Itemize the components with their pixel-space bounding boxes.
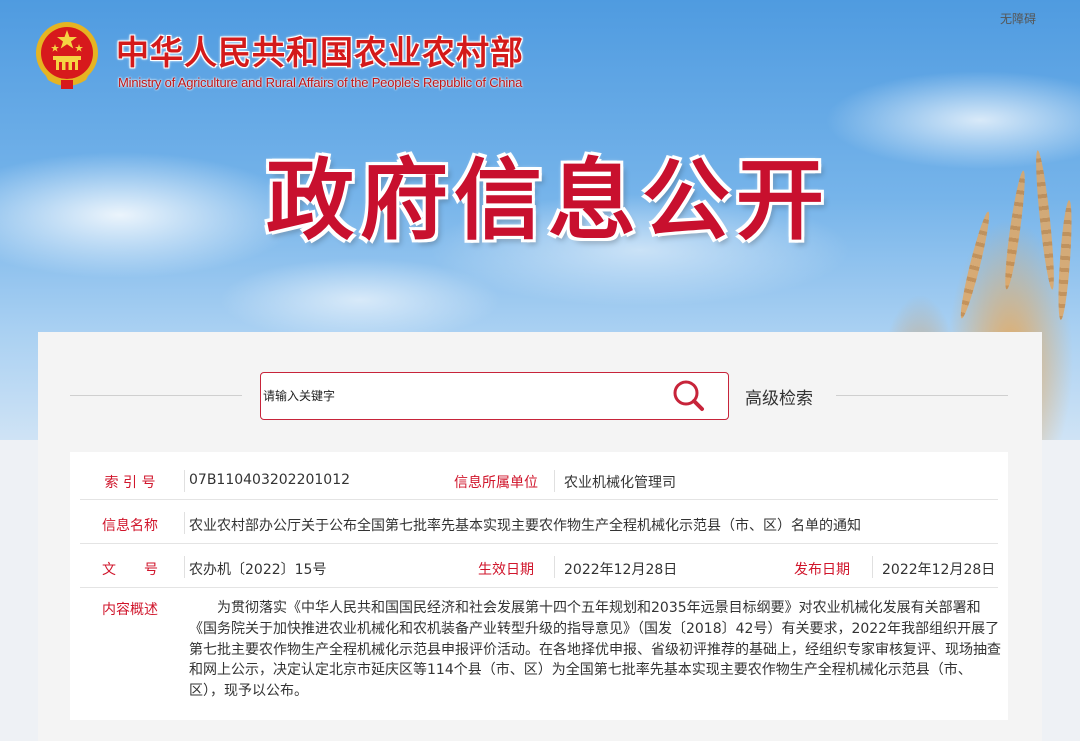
info-table: 索 引 号 07B110403202201012 信息所属单位 农业机械化管理司… — [70, 452, 1008, 720]
unit-label: 信息所属单位 — [454, 475, 538, 491]
divider — [70, 395, 242, 396]
info-row-index: 索 引 号 07B110403202201012 信息所属单位 农业机械化管理司 — [80, 462, 998, 500]
advanced-search-link[interactable]: 高级检索 — [745, 384, 813, 409]
site-subtitle: Ministry of Agriculture and Rural Affair… — [118, 75, 523, 90]
effective-date-value: 2022年12月28日 — [564, 562, 678, 578]
publish-date-label: 发布日期 — [794, 562, 850, 578]
summary-label: 内容概述 — [102, 602, 158, 618]
doc-number-label: 文 号 — [102, 562, 158, 578]
site-title: 中华人民共和国农业农村部 — [116, 33, 524, 72]
index-value: 07B110403202201012 — [189, 472, 351, 488]
search-icon — [673, 380, 704, 411]
search-button[interactable] — [666, 373, 712, 419]
search-bar: 高级检索 — [38, 332, 1042, 452]
info-row-doc: 文 号 农办机〔2022〕15号 生效日期 2022年12月28日 发布日期 2… — [80, 546, 998, 588]
name-label: 信息名称 — [102, 518, 158, 534]
hero-title: 政府信息公开 — [266, 148, 831, 252]
content-panel: 高级检索 索 引 号 07B110403202201012 信息所属单位 农业机… — [38, 332, 1042, 741]
divider — [836, 395, 1008, 396]
effective-date-label: 生效日期 — [478, 562, 534, 578]
summary-text: 为贯彻落实《中华人民共和国国民经济和社会发展第十四个五年规划和2035年远景目标… — [189, 600, 1001, 700]
doc-number-value: 农办机〔2022〕15号 — [189, 562, 327, 578]
publish-date-value: 2022年12月28日 — [882, 562, 996, 578]
search-input[interactable] — [261, 373, 666, 419]
name-value: 农业农村部办公厅关于公布全国第七批率先基本实现主要农作物生产全程机械化示范县（市… — [189, 518, 861, 534]
national-emblem-icon — [36, 22, 98, 89]
info-row-name: 信息名称 农业农村部办公厅关于公布全国第七批率先基本实现主要农作物生产全程机械化… — [80, 502, 998, 544]
search-box — [260, 372, 729, 420]
unit-value: 农业机械化管理司 — [564, 475, 676, 491]
index-label: 索 引 号 — [104, 475, 156, 491]
info-row-summary: 内容概述 为贯彻落实《中华人民共和国国民经济和社会发展第十四个五年规划和2035… — [80, 590, 1001, 710]
accessibility-link[interactable]: 无障碍 — [1000, 10, 1036, 27]
